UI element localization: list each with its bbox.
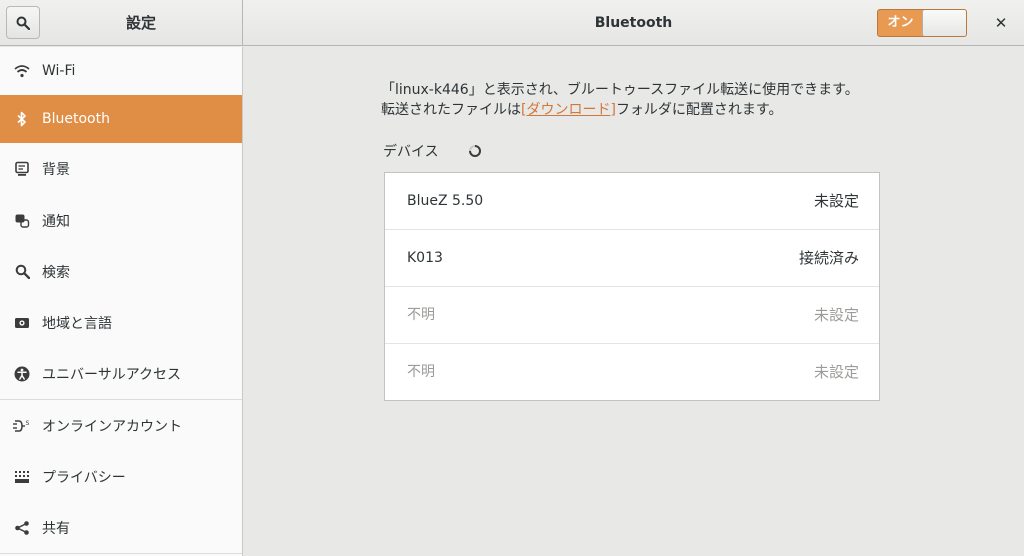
visibility-info: 「linux-k446」と表示され、ブルートゥースファイル転送に使用できます。 … [381,80,859,120]
online-accounts-icon: S [13,417,31,435]
sidebar-item-label: 共有 [42,520,70,537]
device-row[interactable]: K013 接続済み [385,230,879,287]
sidebar-item-online-accounts[interactable]: S オンラインアカウント [0,400,242,451]
sidebar-item-background[interactable]: 背景 [0,143,242,195]
sidebar-item-label: プライバシー [42,469,126,486]
info-line-1: 「linux-k446」と表示され、ブルートゥースファイル転送に使用できます。 [381,82,859,98]
share-icon [13,519,31,537]
sidebar-title: 設定 [125,14,156,32]
background-icon [13,160,31,178]
switch-label: オン [887,15,914,30]
sidebar-item-accessibility[interactable]: ユニバーサルアクセス [0,348,242,399]
device-status: 未設定 [813,192,859,210]
sidebar-item-bluetooth[interactable]: Bluetooth [0,95,242,143]
sidebar-item-search[interactable]: 検索 [0,246,242,297]
sidebar-divider [0,553,242,554]
sidebar-item-wifi[interactable]: Wi-Fi [0,47,242,95]
device-row[interactable]: 不明 未設定 [385,344,879,401]
privacy-icon [13,468,31,486]
info-prefix: 転送されたファイルは [381,102,521,118]
sidebar-item-label: 検索 [42,264,70,281]
accessibility-icon [13,365,31,383]
header-bar: 設定 Bluetooth オン ✕ [0,0,1024,46]
bluetooth-icon [13,110,31,128]
switch-knob[interactable] [922,10,966,36]
bluetooth-switch[interactable]: オン [877,9,967,37]
region-icon [13,314,31,332]
device-status: 未設定 [813,306,859,324]
sidebar-item-label: ユニバーサルアクセス [42,366,182,383]
svg-text:S: S [26,420,30,427]
devices-heading: デバイス [383,144,439,160]
device-list: BlueZ 5.50 未設定 K013 接続済み 不明 未設定 不明 未設定 [384,172,880,401]
device-row[interactable]: BlueZ 5.50 未設定 [385,173,879,230]
sidebar-item-label: Bluetooth [42,111,110,127]
close-icon: ✕ [994,14,1008,32]
device-status: 未設定 [813,363,859,381]
device-name: 不明 [407,364,435,380]
search-button[interactable] [6,6,40,39]
sidebar-item-label: 地域と言語 [42,315,112,332]
downloads-link[interactable]: [ダウンロード] [521,102,616,118]
search-icon [16,16,30,30]
info-suffix: フォルダに配置されます。 [615,102,783,118]
sidebar: Wi-Fi Bluetooth 背景 通知 検索 地域と言語 ユニバーサルアクセ… [0,47,243,556]
sidebar-item-label: Wi-Fi [42,63,76,79]
sidebar-item-region[interactable]: 地域と言語 [0,297,242,348]
sidebar-item-share[interactable]: 共有 [0,502,242,553]
device-name: 不明 [407,307,435,323]
device-status: 接続済み [798,249,859,267]
spinner-icon [469,145,481,157]
close-button[interactable]: ✕ [986,8,1016,38]
sidebar-item-label: オンラインアカウント [42,418,182,435]
device-name: K013 [407,250,443,266]
sidebar-item-privacy[interactable]: プライバシー [0,451,242,502]
sidebar-header: 設定 [0,0,243,46]
wifi-icon [13,62,31,80]
search-icon [13,263,31,281]
sidebar-item-label: 背景 [42,162,70,178]
sidebar-item-notifications[interactable]: 通知 [0,195,242,246]
info-line-2: 転送されたファイルは[ダウンロード]フォルダに配置されます。 [381,100,859,120]
device-name: BlueZ 5.50 [407,193,484,209]
sidebar-item-label: 通知 [42,213,70,230]
device-row[interactable]: 不明 未設定 [385,287,879,344]
notifications-icon [13,212,31,230]
